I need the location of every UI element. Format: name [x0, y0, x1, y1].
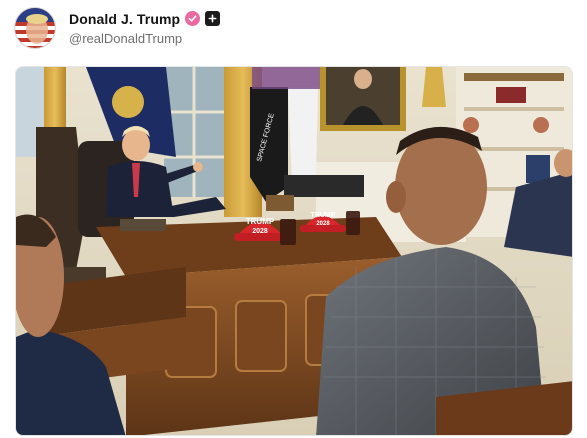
phones — [284, 175, 364, 197]
user-handle[interactable]: @realDonaldTrump — [69, 31, 220, 46]
svg-text:TRUMP: TRUMP — [311, 212, 336, 219]
oval-office-photo: SPACE FORCE TRUMP 2028 TRUMP 2028 — [16, 67, 572, 435]
svg-text:2028: 2028 — [252, 228, 268, 235]
seated-person — [122, 129, 150, 161]
display-name[interactable]: Donald J. Trump — [69, 11, 180, 27]
space-force-flag — [250, 87, 288, 202]
author-names: Donald J. Trump @realDonaldTrump — [69, 11, 221, 46]
name-row: Donald J. Trump — [69, 11, 221, 27]
post-image[interactable]: SPACE FORCE TRUMP 2028 TRUMP 2028 — [15, 66, 573, 436]
svg-text:2028: 2028 — [316, 221, 330, 227]
svg-text:TRUMP: TRUMP — [246, 217, 275, 226]
plus-square-icon — [205, 11, 221, 26]
avatar-image — [15, 8, 55, 48]
avatar[interactable] — [14, 7, 56, 49]
post-header: Donald J. Trump @realDonaldTrump — [14, 6, 221, 50]
verified-check-icon — [185, 11, 201, 26]
